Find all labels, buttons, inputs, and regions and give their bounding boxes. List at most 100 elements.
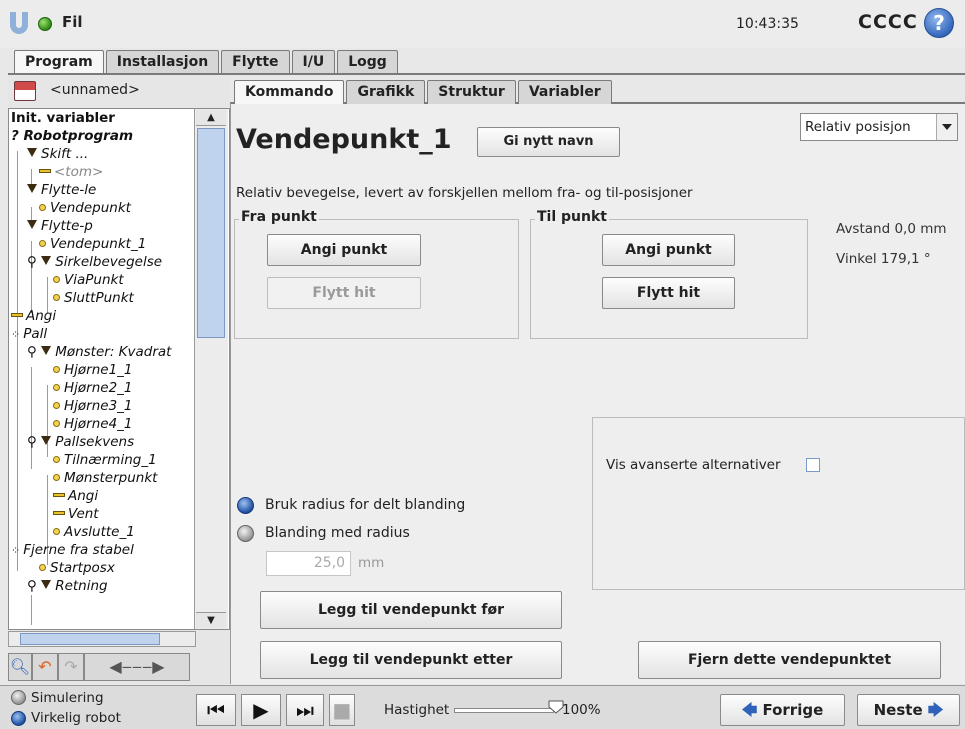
tree-item[interactable]: Flytte-p	[27, 218, 93, 234]
simulation-radio[interactable]	[11, 690, 26, 705]
tree-item[interactable]: Mønsterpunkt	[53, 470, 157, 486]
chevron-down-icon[interactable]	[936, 114, 957, 140]
tree-item[interactable]: ⁘ Pall	[11, 326, 47, 342]
tree-item[interactable]: SluttPunkt	[53, 290, 134, 306]
advanced-options-checkbox[interactable]	[806, 458, 820, 472]
from-set-point-button[interactable]: Angi punkt	[267, 234, 421, 266]
tree-item[interactable]: ViaPunkt	[53, 272, 124, 288]
tree-item[interactable]: Vendepunkt	[39, 200, 131, 216]
pallet-icon: ⁘	[11, 328, 21, 341]
radius-unit: mm	[358, 555, 385, 571]
tree-item[interactable]: Startposx	[39, 560, 115, 576]
waypoint-icon	[39, 204, 46, 211]
blend-radius-input[interactable]: 25,0	[266, 551, 351, 576]
tab-move[interactable]: Flytte	[221, 50, 290, 74]
tree-item[interactable]: Tilnærming_1	[53, 452, 157, 468]
tree-item[interactable]: ⁘ Fjerne fra stabel	[11, 542, 134, 558]
tree-item[interactable]: Hjørne3_1	[53, 398, 133, 414]
cut-paste-arrows-icon[interactable]: ◀‒‒‒▶	[84, 653, 190, 681]
tab-structure[interactable]: Struktur	[427, 80, 516, 104]
stop-icon[interactable]: ■	[329, 694, 355, 726]
tab-command[interactable]: Kommando	[234, 80, 345, 104]
tree-item[interactable]: ⚲ Sirkelbevegelse	[27, 254, 162, 270]
waypoint-title: Vendepunkt_1	[236, 124, 452, 155]
next-button[interactable]: Neste 🡆	[857, 694, 960, 726]
empty-node-icon	[39, 169, 51, 173]
tree-item-robot-program[interactable]: ? Robotprogram	[11, 128, 133, 144]
program-name: <unnamed>	[50, 82, 140, 98]
move-description: Relativ bevegelse, levert av forskjellen…	[236, 185, 693, 201]
remove-waypoint-button[interactable]: Fjern dette vendepunktet	[638, 641, 941, 679]
add-waypoint-before-button[interactable]: Legg til vendepunkt før	[260, 591, 562, 629]
universal-robots-logo	[10, 12, 28, 34]
to-point-label: Til punkt	[535, 209, 609, 225]
top-bar	[0, 0, 965, 48]
tree-item[interactable]: Flytte-le	[27, 182, 96, 198]
waypoint-icon	[53, 528, 60, 535]
tree-item[interactable]: Skift ...	[27, 146, 88, 162]
sequence-icon	[41, 436, 52, 445]
tab-divider	[8, 73, 965, 75]
tree-item[interactable]: Angi	[53, 488, 98, 504]
set-icon	[11, 313, 23, 317]
tree-connector	[31, 367, 32, 469]
waypoint-icon	[53, 474, 60, 481]
advanced-options-label: Vis avanserte alternativer	[606, 457, 781, 473]
scroll-up-arrow-icon[interactable]: ▲	[196, 110, 226, 126]
tab-program[interactable]: Program	[14, 50, 104, 74]
to-set-point-button[interactable]: Angi punkt	[602, 234, 735, 266]
tree-item[interactable]: Angi	[11, 308, 56, 324]
undo-icon[interactable]: ↶	[32, 653, 58, 681]
tree-toolbar: 🔍︎ ↶ ↷ ◀‒‒‒▶	[8, 653, 230, 683]
shared-blend-radio[interactable]	[237, 497, 254, 514]
skip-to-start-icon[interactable]: ⏮	[196, 694, 236, 726]
speed-slider[interactable]	[454, 708, 554, 713]
real-robot-radio[interactable]	[11, 711, 26, 726]
arrow-left-icon: 🡄	[741, 701, 758, 719]
waypoint-icon	[53, 294, 60, 301]
tree-item-init-variables[interactable]: Init. variabler	[11, 110, 115, 126]
tree-item[interactable]: Hjørne4_1	[53, 416, 133, 432]
blend-radius-radio[interactable]	[237, 525, 254, 542]
selected-node-label: Vendepunkt_1	[50, 236, 147, 252]
circle-move-icon	[41, 256, 52, 265]
tree-item[interactable]: Vent	[53, 506, 99, 522]
horizontal-scroll-thumb[interactable]	[20, 633, 160, 645]
tree-item[interactable]: ⚲ Retning	[27, 578, 108, 594]
save-icon[interactable]	[14, 81, 36, 101]
tab-io[interactable]: I/U	[291, 50, 336, 74]
tab-installation[interactable]: Installasjon	[105, 50, 220, 74]
rename-button[interactable]: Gi nytt navn	[477, 127, 620, 157]
tree-item[interactable]: ⚲ Mønster: Kvadrat	[27, 344, 171, 360]
tree-item[interactable]: Hjørne2_1	[53, 380, 133, 396]
distance-readout: Avstand 0,0 mm	[836, 221, 947, 237]
from-move-here-button[interactable]: Flytt hit	[267, 277, 421, 309]
scroll-down-arrow-icon[interactable]: ▼	[196, 612, 226, 628]
blend-radius-label: Blanding med radius	[265, 525, 410, 541]
position-mode-select[interactable]: Relativ posisjon	[800, 113, 958, 141]
scroll-thumb[interactable]	[197, 128, 225, 338]
robot-name: CCCC	[858, 11, 918, 33]
to-move-here-button[interactable]: Flytt hit	[602, 277, 735, 309]
tab-log[interactable]: Logg	[337, 50, 398, 74]
tree-item-selected[interactable]: Vendepunkt_1	[39, 236, 146, 252]
file-menu[interactable]: Fil	[62, 13, 83, 31]
tree-item[interactable]: Hjørne1_1	[53, 362, 133, 378]
help-icon[interactable]: ?	[924, 8, 954, 38]
tree-item[interactable]: ⚲ Pallsekvens	[27, 434, 134, 450]
tab-graphics[interactable]: Grafikk	[346, 80, 426, 104]
arrow-right-icon: 🡆	[927, 701, 944, 719]
tree-item[interactable]: <tom>	[39, 164, 103, 180]
search-icon[interactable]: 🔍︎	[8, 653, 32, 681]
previous-button[interactable]: 🡄 Forrige	[720, 694, 845, 726]
add-waypoint-after-button[interactable]: Legg til vendepunkt etter	[260, 641, 562, 679]
move-icon	[27, 220, 37, 229]
step-icon[interactable]: ⏭	[286, 694, 324, 726]
tab-variables[interactable]: Variabler	[517, 80, 612, 104]
waypoint-icon	[53, 456, 60, 463]
play-icon[interactable]: ▶	[241, 694, 281, 726]
redo-icon[interactable]: ↷	[58, 653, 84, 681]
waypoint-icon	[53, 402, 60, 409]
next-label: Neste	[873, 701, 923, 719]
tree-item[interactable]: Avslutte_1	[53, 524, 135, 540]
